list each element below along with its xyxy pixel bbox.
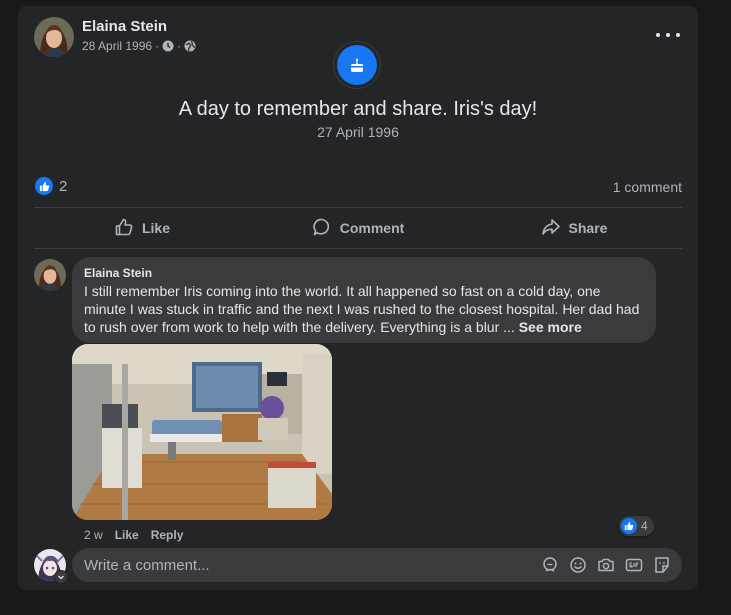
comment-button[interactable]: Comment — [250, 208, 466, 248]
event-date: 27 April 1996 — [317, 124, 399, 140]
comment-age[interactable]: 2 w — [84, 528, 103, 542]
post-action-bar: Like Comment Share — [34, 208, 682, 248]
thumbs-up-icon — [114, 217, 134, 240]
more-options-button[interactable] — [656, 28, 680, 42]
speech-bubble-icon — [312, 217, 332, 240]
globe-icon[interactable] — [184, 40, 196, 52]
avatar-sticker-icon[interactable] — [540, 555, 560, 575]
camera-icon[interactable] — [596, 555, 616, 575]
sticker-icon[interactable] — [652, 555, 672, 575]
meta-separator: · — [177, 39, 182, 53]
post-date[interactable]: 28 April 1996 — [82, 39, 152, 53]
like-label: Like — [141, 220, 170, 236]
post-meta: 28 April 1996 · · — [82, 39, 196, 53]
commenter-avatar[interactable] — [34, 259, 66, 291]
event-title: A day to remember and share. Iris's day! — [178, 98, 538, 120]
share-button[interactable]: Share — [466, 208, 682, 248]
comment-composer — [72, 548, 682, 582]
smiley-icon[interactable] — [568, 555, 588, 575]
author-avatar[interactable] — [34, 17, 74, 57]
author-name[interactable]: Elaina Stein — [82, 18, 167, 35]
gif-icon[interactable] — [624, 555, 644, 575]
comment-photo[interactable] — [72, 344, 332, 520]
comment-reaction-summary[interactable]: 4 — [619, 516, 654, 536]
see-more-link[interactable]: See more — [519, 319, 582, 335]
share-label: Share — [568, 220, 608, 236]
comment-text: I still remember Iris coming into the wo… — [84, 282, 644, 336]
chevron-down-icon[interactable] — [54, 570, 68, 584]
share-arrow-icon — [541, 217, 561, 240]
post-card: Elaina Stein 28 April 1996 · · A day to … — [18, 6, 698, 590]
comment-label: Comment — [339, 220, 405, 236]
comment-input[interactable] — [72, 555, 540, 575]
life-event-badge — [334, 42, 380, 88]
composer-tools — [540, 555, 682, 575]
reaction-count: 2 — [59, 177, 68, 195]
comment-bubble: Elaina Stein I still remember Iris comin… — [72, 257, 656, 343]
calendar-cake-icon — [337, 45, 377, 85]
comment-reaction-count: 4 — [641, 519, 648, 533]
comment-meta: 2 w Like Reply — [84, 528, 183, 542]
like-reaction-icon — [35, 177, 53, 195]
meta-separator: · — [155, 39, 160, 53]
more-dots-icon — [656, 33, 660, 37]
like-button[interactable]: Like — [34, 208, 250, 248]
commenter-name[interactable]: Elaina Stein — [84, 266, 644, 280]
comment-like-button[interactable]: Like — [115, 528, 139, 542]
comment-count[interactable]: 1 comment — [613, 179, 682, 195]
reaction-summary[interactable]: 2 — [35, 177, 67, 195]
like-reaction-icon — [621, 518, 637, 534]
comment-reply-button[interactable]: Reply — [151, 528, 184, 542]
clock-icon — [162, 40, 174, 52]
divider — [34, 248, 682, 249]
